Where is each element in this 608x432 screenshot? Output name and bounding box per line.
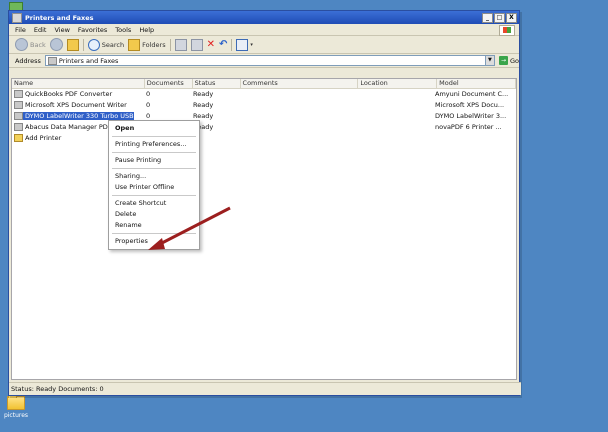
annotation-arrow bbox=[148, 206, 231, 250]
